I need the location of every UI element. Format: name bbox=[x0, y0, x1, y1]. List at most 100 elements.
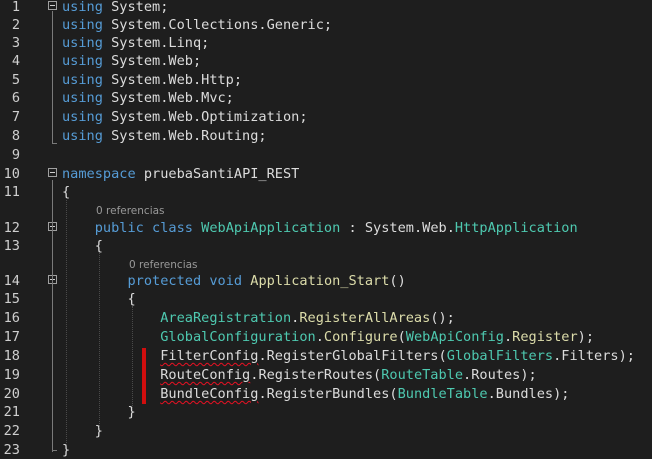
outline-region-line bbox=[52, 180, 53, 452]
code-line[interactable]: 13 { bbox=[0, 237, 652, 255]
code-text: using System.Web.Routing; bbox=[62, 127, 267, 145]
code-line[interactable]: 14 protected void Application_Start() bbox=[0, 272, 652, 290]
indent-guide bbox=[132, 306, 133, 410]
code-line[interactable]: 6 using System.Web.Mvc; bbox=[0, 89, 652, 107]
code-line[interactable]: 9 bbox=[0, 146, 652, 164]
code-token: using bbox=[62, 109, 103, 125]
error-squiggle-token: FilterConfig bbox=[160, 348, 259, 364]
code-line[interactable]: 3 using System.Linq; bbox=[0, 34, 652, 52]
indent-guide bbox=[66, 200, 67, 445]
codelens-references-link[interactable]: 0 referencias bbox=[96, 203, 165, 219]
code-text: BundleConfig.RegisterBundles(BundleTable… bbox=[62, 385, 569, 403]
code-line[interactable]: 4 using System.Web; bbox=[0, 52, 652, 70]
code-line[interactable]: 8 using System.Web.Routing; bbox=[0, 127, 652, 145]
line-number: 13 bbox=[3, 238, 20, 254]
line-number: 17 bbox=[3, 329, 20, 345]
line-number: 12 bbox=[3, 220, 20, 236]
code-token: System bbox=[111, 0, 161, 15]
codelens-references-link[interactable]: 0 referencias bbox=[129, 257, 198, 273]
code-token: ; bbox=[160, 0, 169, 15]
code-token: using bbox=[62, 35, 103, 51]
code-token: protected bbox=[127, 273, 202, 289]
line-number: 6 bbox=[11, 90, 20, 106]
collapse-icon[interactable] bbox=[48, 1, 57, 10]
code-token: (); bbox=[430, 310, 455, 326]
code-line[interactable]: 7 using System.Web.Optimization; bbox=[0, 108, 652, 126]
code-line[interactable]: 2 using System.Collections.Generic; bbox=[0, 16, 652, 34]
code-text: using System.Web.Optimization; bbox=[62, 108, 308, 126]
code-token: System.Collections.Generic; bbox=[102, 17, 333, 33]
code-token: pruebaSantiAPI_REST bbox=[135, 166, 300, 182]
code-token: RegisterRoutes bbox=[258, 367, 374, 383]
line-number: 3 bbox=[11, 35, 20, 51]
code-token: . bbox=[503, 329, 513, 345]
line-number: 22 bbox=[3, 423, 20, 439]
code-token: () bbox=[389, 273, 406, 289]
code-token: Routes bbox=[471, 367, 521, 383]
code-line[interactable]: 15 { bbox=[0, 290, 652, 308]
code-token: void bbox=[209, 273, 243, 289]
collapse-icon[interactable] bbox=[48, 168, 57, 177]
line-number: 1 bbox=[11, 0, 20, 15]
code-token: System.Web.Http; bbox=[102, 72, 243, 88]
code-line[interactable]: 20 BundleConfig.RegisterBundles(BundleTa… bbox=[0, 385, 652, 403]
code-token: ); bbox=[618, 348, 635, 364]
code-token: RegisterBundles bbox=[266, 386, 390, 402]
code-line[interactable]: 16 AreaRegistration.RegisterAllAreas(); bbox=[0, 309, 652, 327]
code-token: RouteTable bbox=[381, 367, 464, 383]
code-token: Configure bbox=[323, 329, 398, 345]
code-token: Register bbox=[512, 329, 578, 345]
line-number: 18 bbox=[3, 348, 20, 364]
indent-guide bbox=[99, 253, 100, 428]
code-text: GlobalConfiguration.Configure(WebApiConf… bbox=[62, 328, 594, 346]
code-token: System.Web.Optimization; bbox=[102, 109, 308, 125]
code-token: public bbox=[94, 220, 144, 236]
code-token: ( bbox=[373, 367, 382, 383]
code-token: using bbox=[62, 53, 103, 69]
error-squiggle-token: RouteConfig bbox=[160, 367, 251, 383]
code-token: using bbox=[62, 128, 103, 144]
outline-region-end bbox=[52, 450, 57, 451]
line-number: 15 bbox=[3, 291, 20, 307]
code-token: ); bbox=[577, 329, 595, 345]
code-token: { bbox=[62, 238, 103, 254]
code-token: . bbox=[487, 386, 496, 402]
code-token: RegisterAllAreas bbox=[299, 310, 431, 326]
code-line[interactable]: 12 public class WebApiApplication : Syst… bbox=[0, 219, 652, 237]
code-line[interactable]: 18 FilterConfig.RegisterGlobalFilters(Gl… bbox=[0, 347, 652, 365]
code-text: using System.Collections.Generic; bbox=[62, 16, 332, 34]
code-line[interactable]: 5 using System.Web.Http; bbox=[0, 71, 652, 89]
code-line[interactable]: 11 { bbox=[0, 183, 652, 201]
line-number: 19 bbox=[3, 367, 20, 383]
code-token: using bbox=[62, 17, 103, 33]
code-line[interactable]: 10 namespace pruebaSantiAPI_REST bbox=[0, 165, 652, 183]
code-line[interactable]: 17 GlobalConfiguration.Configure(WebApiC… bbox=[0, 328, 652, 346]
line-number: 21 bbox=[3, 404, 20, 420]
code-token: System.Linq; bbox=[102, 35, 210, 51]
code-line[interactable]: 19 RouteConfig. RegisterRoutes(RouteTable… bbox=[0, 366, 652, 384]
code-token: . bbox=[315, 329, 324, 345]
code-text: using System; bbox=[62, 0, 168, 16]
outline-region-end bbox=[52, 143, 57, 144]
code-token: namespace bbox=[62, 166, 136, 182]
code-text: FilterConfig.RegisterGlobalFilters(Globa… bbox=[62, 347, 635, 365]
change-marker-bar bbox=[142, 348, 146, 404]
line-number: 4 bbox=[11, 53, 20, 69]
code-token: Bundles bbox=[495, 386, 554, 402]
line-number: 10 bbox=[3, 166, 20, 182]
code-line[interactable]: 1 using System; bbox=[0, 0, 652, 16]
code-line[interactable]: 22 } bbox=[0, 422, 652, 440]
code-text: protected void Application_Start() bbox=[62, 272, 406, 290]
code-text: { bbox=[62, 183, 70, 201]
code-line[interactable]: 23} bbox=[0, 441, 652, 459]
code-token: { bbox=[62, 184, 71, 200]
line-number: 8 bbox=[11, 128, 20, 144]
code-token: using bbox=[62, 90, 103, 106]
code-editor[interactable]: 1 using System; 2 using System.Collections.… bbox=[0, 0, 652, 458]
line-number: 20 bbox=[3, 386, 20, 402]
code-line[interactable]: 21 } bbox=[0, 403, 652, 421]
code-token: ( bbox=[397, 329, 406, 345]
